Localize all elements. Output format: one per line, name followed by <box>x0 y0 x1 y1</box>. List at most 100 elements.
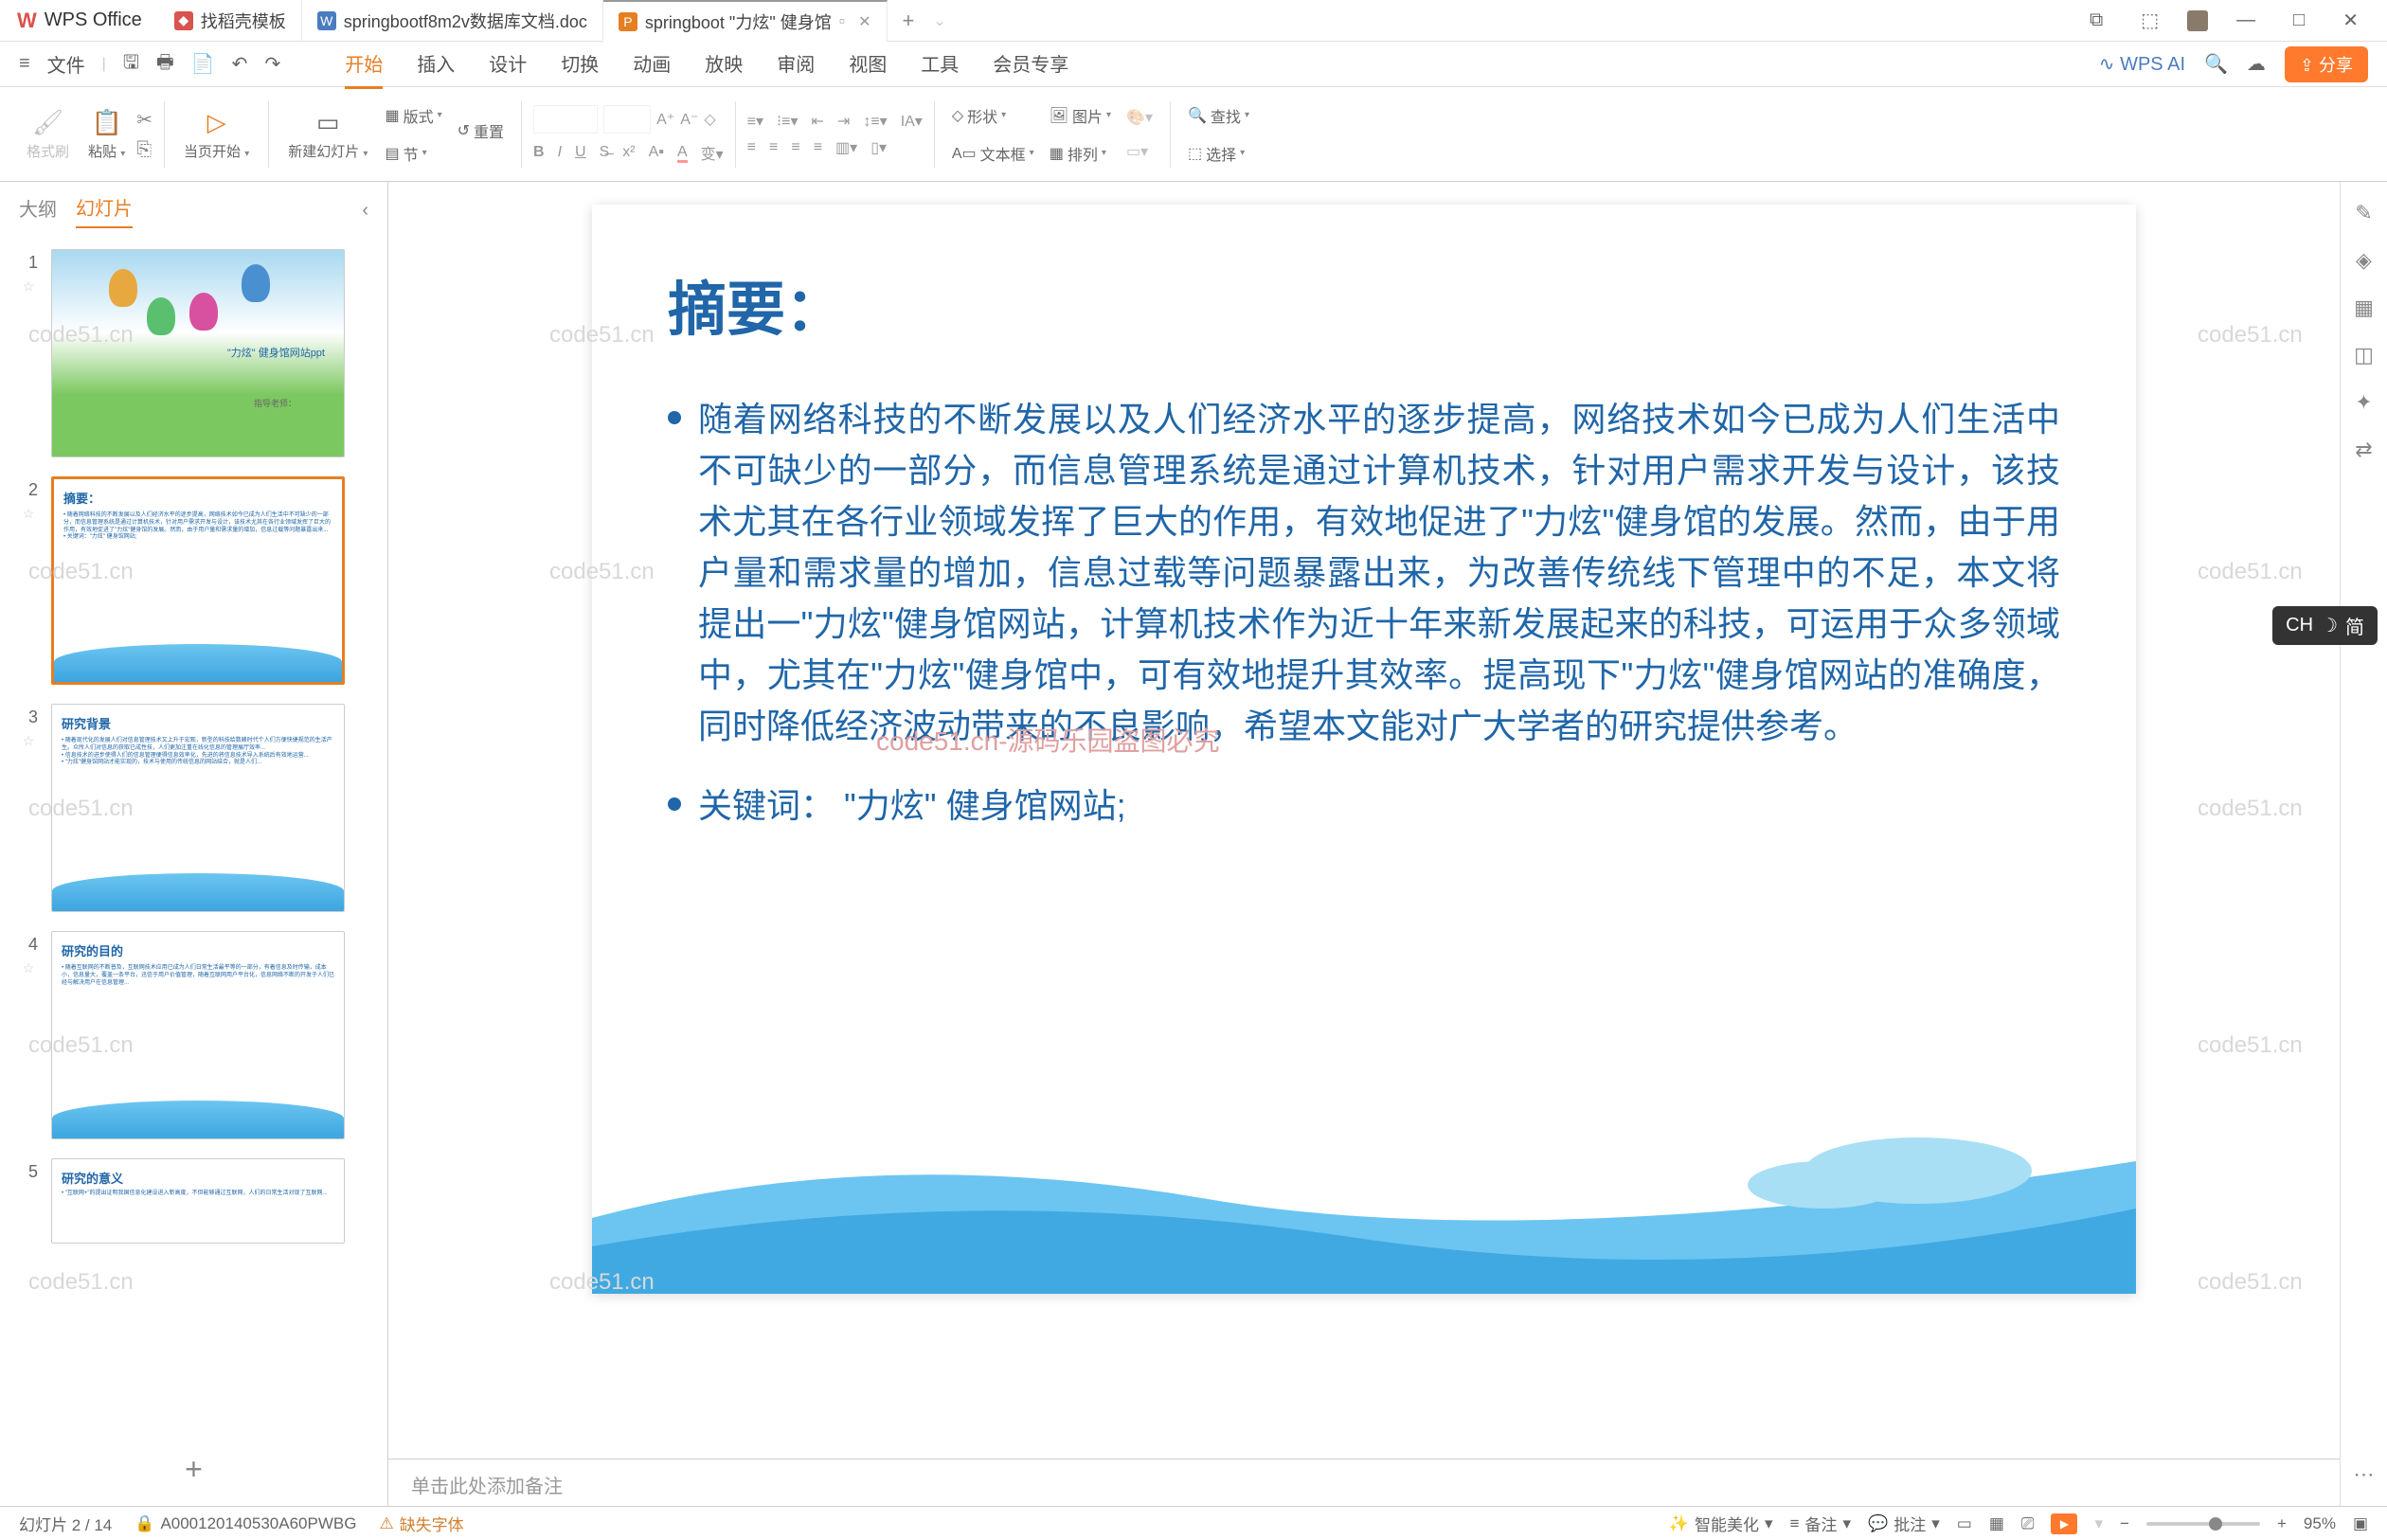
columns-icon[interactable]: ▥▾ <box>835 138 857 157</box>
menu-tab-tools[interactable]: 工具 <box>921 40 959 89</box>
window-multi-icon[interactable]: ⧉ <box>2080 6 2112 35</box>
close-button[interactable]: ✕ <box>2333 5 2368 36</box>
bullets-icon[interactable]: ≡▾ <box>747 112 763 131</box>
missing-font[interactable]: ⚠ 缺失字体 <box>379 1512 463 1535</box>
more-icon[interactable]: ⋯ <box>2354 1462 2375 1487</box>
menu-tab-transition[interactable]: 切换 <box>561 40 599 89</box>
slide-thumb-4[interactable]: 4☆ 研究的目的 • 随着互联网的不断普及，互联网技术应用已成为人们日常生活最平… <box>19 931 368 1139</box>
search-icon[interactable]: 🔍 <box>2204 52 2228 76</box>
menu-tab-view[interactable]: 视图 <box>849 40 887 89</box>
add-tab-button[interactable]: + <box>888 9 930 33</box>
layout-icon[interactable]: ▦ <box>2354 295 2374 320</box>
outline-icon[interactable]: ▭▾ <box>1121 138 1158 165</box>
menu-tab-slideshow[interactable]: 放映 <box>705 40 743 89</box>
ime-indicator[interactable]: CH ☽ 简 <box>2272 606 2378 645</box>
app-logo[interactable]: W WPS Office <box>0 9 159 33</box>
picture-button[interactable]: 🖼 图片 ▾ <box>1044 100 1117 131</box>
align-justify-icon[interactable]: ≡ <box>814 139 822 156</box>
font-color-icon[interactable]: A <box>677 144 688 161</box>
superscript-icon[interactable]: x² <box>622 144 635 161</box>
para-2[interactable]: 关键词： "力炫" 健身馆网站; <box>698 780 1126 832</box>
outline-tab[interactable]: 大纲 <box>19 194 57 227</box>
indent-right-icon[interactable]: ⇥ <box>837 112 850 131</box>
slide-thumb-2[interactable]: 2☆ 摘要： • 随着网络科技的不断发展以及人们经济水平的逐步提高，网络技术如今… <box>19 476 368 685</box>
redo-icon[interactable]: ↷ <box>264 52 280 76</box>
textbox-button[interactable]: A▭ 文本框 ▾ <box>946 138 1040 169</box>
underline-icon[interactable]: U <box>575 144 586 161</box>
copy-icon[interactable]: ⎘ <box>136 139 153 161</box>
tab-template[interactable]: ◆ 找稻壳模板 <box>159 0 302 42</box>
view-sorter-icon[interactable]: ▦ <box>1989 1514 2004 1533</box>
arrange-button[interactable]: ▦ 排列 ▾ <box>1044 138 1117 169</box>
align-vertical-icon[interactable]: ▯▾ <box>870 138 887 157</box>
window-cube-icon[interactable]: ⬚ <box>2131 5 2168 36</box>
zoom-out-button[interactable]: − <box>2120 1514 2129 1533</box>
strike-icon[interactable]: S̶ <box>600 144 610 161</box>
preview-icon[interactable]: 📄 <box>191 52 215 76</box>
para-1[interactable]: 随着网络科技的不断发展以及人们经济水平的逐步提高，网络技术如今已成为人们生活中不… <box>698 394 2060 752</box>
tab-doc[interactable]: W springbootf8m2v数据库文档.doc <box>302 0 603 42</box>
menu-tab-member[interactable]: 会员专享 <box>993 40 1068 89</box>
slide-title[interactable]: 摘要： <box>668 261 844 347</box>
fit-icon[interactable]: ▣ <box>2353 1514 2368 1533</box>
cloud-icon[interactable]: ☁ <box>2247 52 2266 76</box>
slide-thumb-3[interactable]: 3☆ 研究背景 • 随着现代化的发展人们对信息管理技术又上升于宏观，新型的科技给… <box>19 704 368 912</box>
line-spacing-icon[interactable]: ↕≡▾ <box>863 112 887 131</box>
slides-list[interactable]: 1☆ "力炫" 健身馆网站ppt 指导老师： 2☆ 摘要： • 随着网络科技的不… <box>0 240 387 1433</box>
comments-toggle[interactable]: 💬 批注 ▾ <box>1868 1512 1940 1535</box>
align-center-icon[interactable]: ≡ <box>769 139 778 156</box>
pencil-icon[interactable]: ✎ <box>2355 201 2372 225</box>
slides-tab[interactable]: 幻灯片 <box>76 193 133 228</box>
tab-menu-dropdown[interactable]: ⌄ <box>933 11 945 30</box>
fill-icon[interactable]: 🎨▾ <box>1121 104 1158 131</box>
cut-icon[interactable]: ✂ <box>136 108 153 132</box>
file-menu[interactable]: 文件 <box>47 50 85 78</box>
font-select[interactable] <box>533 105 598 134</box>
font-size-select[interactable] <box>603 105 651 134</box>
collapse-icon[interactable]: ‹ <box>362 200 368 222</box>
beautify-button[interactable]: ✨ 智能美化 ▾ <box>1669 1512 1773 1535</box>
close-icon[interactable]: ✕ <box>858 12 870 31</box>
user-avatar[interactable] <box>2187 10 2208 31</box>
tab-menu-icon[interactable]: ▫ <box>839 11 845 31</box>
from-current-button[interactable]: ▷ 当页开始 ▾ <box>176 104 257 165</box>
menu-icon[interactable]: ≡ <box>19 53 30 75</box>
doc-id[interactable]: 🔒 A000120140530A60PWBG <box>135 1514 356 1533</box>
zoom-value[interactable]: 95% <box>2304 1514 2336 1533</box>
select-button[interactable]: ⬚ 选择 ▾ <box>1182 138 1255 169</box>
menu-tab-insert[interactable]: 插入 <box>417 40 455 89</box>
decrease-font-icon[interactable]: A⁻ <box>680 110 698 129</box>
share-button[interactable]: ⇪ 分享 <box>2285 46 2368 82</box>
slide-body[interactable]: 随着网络科技的不断发展以及人们经济水平的逐步提高，网络技术如今已成为人们生活中不… <box>668 394 2060 860</box>
maximize-button[interactable]: □ <box>2284 6 2314 35</box>
section-button[interactable]: ▤ 节 ▾ <box>379 138 447 169</box>
align-left-icon[interactable]: ≡ <box>747 139 756 156</box>
new-slide-button[interactable]: ▭ 新建幻灯片 ▾ <box>280 104 375 165</box>
zoom-slider[interactable] <box>2146 1522 2260 1526</box>
slide-thumb-5[interactable]: 5 研究的意义 • "互联网+"的提出证明我国信息化建设进入新高度，不但能够通过… <box>19 1158 368 1244</box>
animation-icon[interactable]: ✦ <box>2355 390 2372 415</box>
highlight-icon[interactable]: A▪ <box>649 144 664 161</box>
transition-icon[interactable]: ⇄ <box>2355 438 2372 462</box>
slide-counter[interactable]: 幻灯片 2 / 14 <box>19 1512 112 1535</box>
menu-tab-design[interactable]: 设计 <box>489 40 527 89</box>
reset-button[interactable]: ↺ 重置 <box>452 116 510 146</box>
menu-tab-home[interactable]: 开始 <box>345 40 383 89</box>
numbering-icon[interactable]: ⁝≡▾ <box>777 112 798 131</box>
view-normal-icon[interactable]: ▭ <box>1957 1514 1972 1533</box>
menu-tab-animation[interactable]: 动画 <box>633 40 671 89</box>
undo-icon[interactable]: ↶ <box>232 52 248 76</box>
find-button[interactable]: 🔍 查找 ▾ <box>1182 100 1255 131</box>
menu-tab-review[interactable]: 审阅 <box>777 40 815 89</box>
minimize-button[interactable]: — <box>2227 6 2265 35</box>
wps-ai-button[interactable]: ∿ WPS AI <box>2099 52 2185 76</box>
align-right-icon[interactable]: ≡ <box>791 139 799 156</box>
style-icon[interactable]: ◈ <box>2356 248 2372 273</box>
notes-toggle[interactable]: ≡ 备注 ▾ <box>1790 1512 1851 1535</box>
notes-input[interactable]: 单击此处添加备注 <box>388 1459 2340 1506</box>
view-reading-icon[interactable]: ⎚ <box>2021 1514 2035 1533</box>
tab-ppt[interactable]: P springboot "力炫" 健身馆 ▫ ✕ <box>603 0 888 42</box>
increase-font-icon[interactable]: A⁺ <box>656 110 674 129</box>
slide-canvas[interactable]: 摘要： 随着网络科技的不断发展以及人们经济水平的逐步提高，网络技术如今已成为人们… <box>592 205 2136 1294</box>
material-icon[interactable]: ◫ <box>2354 343 2374 367</box>
